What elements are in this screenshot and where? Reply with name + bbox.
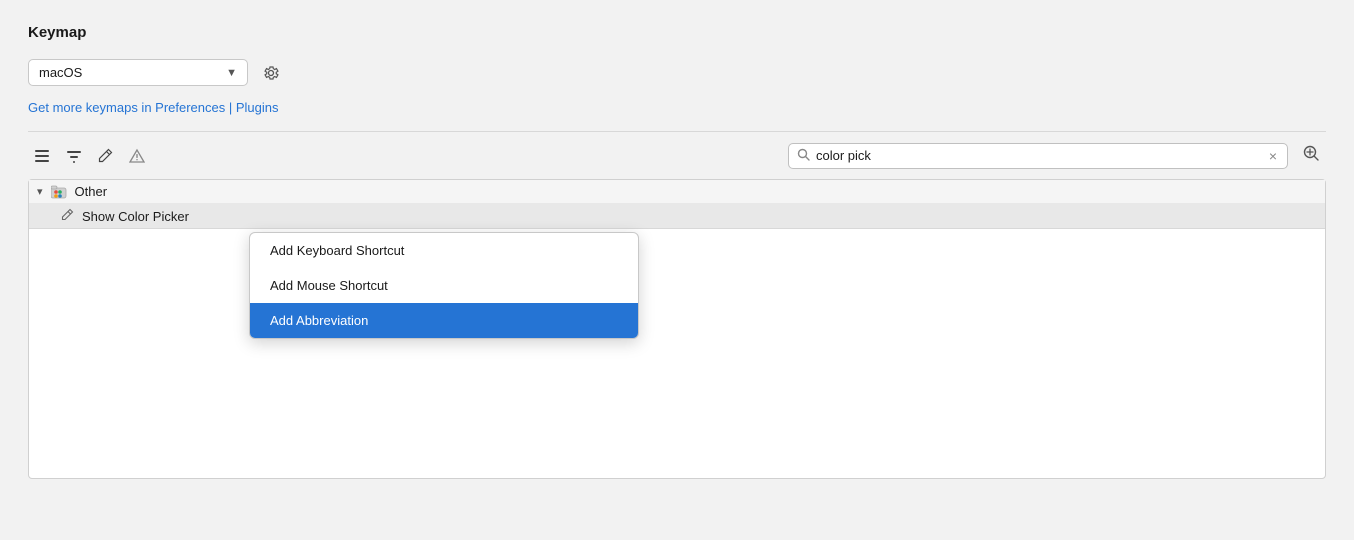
tree-group-other[interactable]: ▾ Other [29,180,1325,204]
folder-icon [51,185,67,199]
search-input[interactable] [816,148,1261,163]
search-box: × [788,143,1288,169]
horizontal-divider [28,131,1326,132]
collapse-all-icon [66,148,82,164]
collapse-all-button[interactable] [60,144,88,168]
keymap-dropdown[interactable]: macOS ▼ [28,59,248,86]
warning-icon [129,148,145,164]
content-area: ▾ Other Show Color Picker Add Keyboard [28,179,1326,479]
chevron-down-icon: ▾ [37,185,43,198]
gear-icon [262,64,280,82]
edit-button[interactable] [92,144,119,167]
expand-all-button[interactable] [28,144,56,168]
menu-item-add-mouse-shortcut[interactable]: Add Mouse Shortcut [250,268,638,303]
context-menu: Add Keyboard Shortcut Add Mouse Shortcut… [249,232,639,339]
find-usages-button[interactable] [1296,140,1326,171]
item-label-show-color-picker: Show Color Picker [82,209,189,224]
keymap-selector-row: macOS ▼ [28,59,1326,86]
pencil-icon [61,208,74,224]
group-label-other: Other [75,184,108,199]
find-usages-icon [1302,144,1320,162]
expand-all-icon [34,148,50,164]
chevron-down-icon: ▼ [226,67,237,79]
warning-button[interactable] [123,144,151,168]
get-more-keymaps-link[interactable]: Get more keymaps in Preferences | Plugin… [28,100,279,115]
search-icon [797,148,810,164]
menu-item-add-keyboard-shortcut[interactable]: Add Keyboard Shortcut [250,233,638,268]
toolbar-row: × [28,140,1326,171]
menu-item-add-abbreviation[interactable]: Add Abbreviation [250,303,638,338]
pencil-icon [98,148,113,163]
page-title: Keymap [28,24,1326,41]
tree-item-show-color-picker[interactable]: Show Color Picker [29,204,1325,229]
gear-button[interactable] [258,60,284,86]
keymap-selected-value: macOS [39,65,82,80]
clear-search-button[interactable]: × [1267,149,1279,163]
